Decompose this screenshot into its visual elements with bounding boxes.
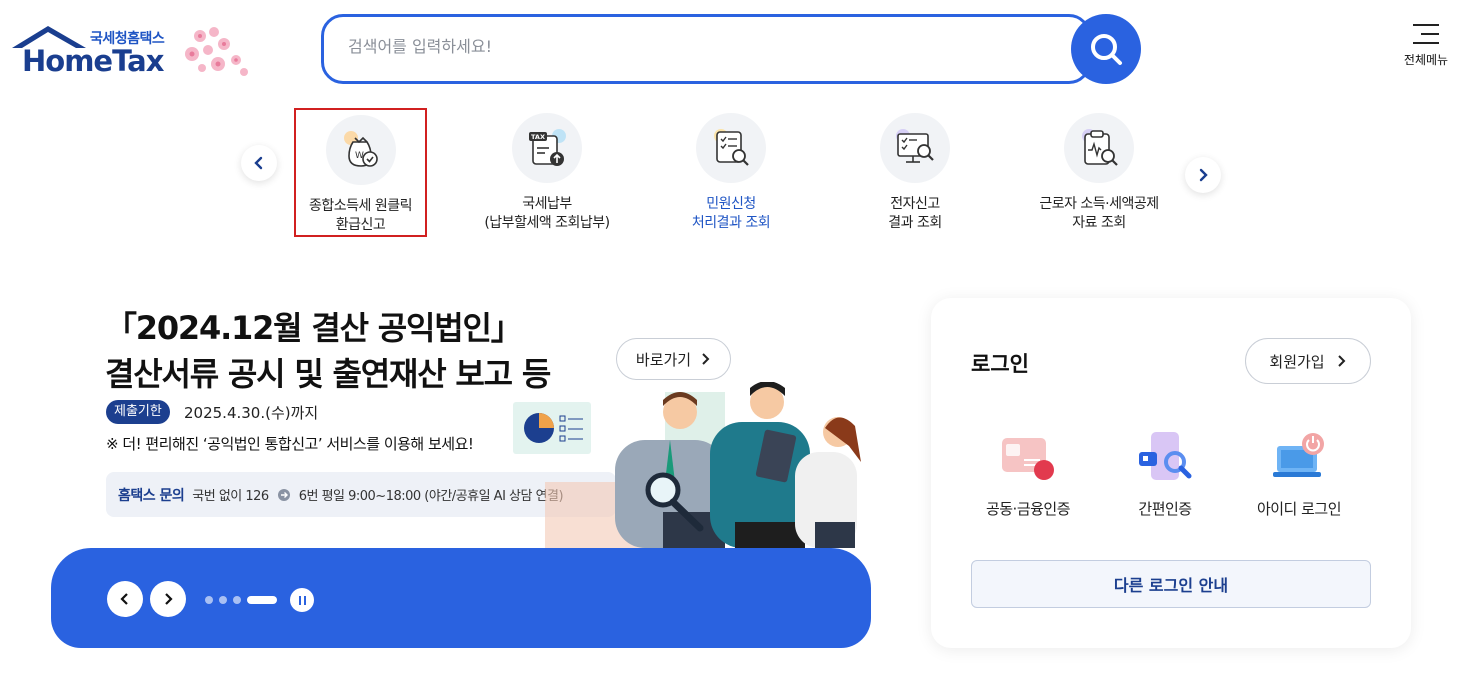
all-menu-button[interactable]: 전체메뉴 (1398, 24, 1454, 78)
all-menu-label: 전체메뉴 (1403, 53, 1449, 67)
contact-title: 홈택스 문의 (118, 487, 185, 504)
chevron-left-icon (120, 593, 128, 605)
quick-menu-prev-button[interactable] (241, 145, 277, 181)
certificate-card-icon (998, 428, 1058, 488)
slide-dot[interactable] (219, 596, 227, 604)
quick-menu-label: 민원신청 처리결과 조회 (691, 196, 771, 231)
quick-menu-item-civil-result[interactable]: 민원신청 처리결과 조회 (646, 108, 816, 233)
clipboard-search-icon (1064, 113, 1134, 183)
logo-title: HomeTax (22, 44, 164, 78)
quick-menu-item-tax-payment[interactable]: TAX 국세납부 (납부할세액 조회납부) (462, 108, 632, 233)
login-option-label: 아이디 로그인 (1256, 500, 1342, 518)
hamburger-icon (1413, 24, 1439, 44)
chevron-right-icon (165, 593, 173, 605)
business-people-illustration (513, 382, 861, 548)
slide-indicator (205, 596, 277, 604)
money-bag-check-icon: W (325, 115, 396, 185)
laptop-power-icon (1269, 428, 1329, 488)
slide-pause-button[interactable] (290, 588, 314, 612)
quick-menu-label: 국세납부 (납부할세액 조회납부) (484, 196, 610, 231)
slide-prev-button[interactable] (107, 581, 143, 617)
chevron-right-icon (702, 353, 710, 365)
other-login-guide-button[interactable]: 다른 로그인 안내 (971, 560, 1371, 608)
banner-slider-controls (51, 548, 871, 648)
quick-menu-item-income-tax-refund[interactable]: W 종합소득세 원클릭 환급신고 (294, 108, 427, 237)
hometax-logo[interactable]: 국세청홈택스 HomeTax (10, 22, 255, 82)
slide-dot[interactable] (233, 596, 241, 604)
chevron-right-icon (1199, 168, 1208, 182)
slide-next-button[interactable] (150, 581, 186, 617)
slide-dot-active[interactable] (247, 596, 277, 604)
banner-go-button[interactable]: 바로가기 (616, 338, 731, 380)
search-icon (1091, 34, 1122, 65)
contact-number: 국번 없이 126 (192, 489, 269, 504)
login-title: 로그인 (971, 352, 1029, 376)
banner-notice: ※ 더! 편리해진 ‘공익법인 통합신고’ 서비스를 이용해 보세요! (106, 435, 474, 453)
cherry-blossom-icon (185, 27, 248, 76)
quick-menu-item-e-filing-result[interactable]: 전자신고 결과 조회 (830, 108, 1000, 233)
banner-go-label: 바로가기 (635, 350, 692, 369)
quick-menu-label: 종합소득세 원클릭 환급신고 (309, 198, 413, 233)
quick-menu-next-button[interactable] (1185, 157, 1221, 193)
login-option-certificate[interactable]: 공동·금융인증 (968, 428, 1088, 519)
chevron-right-icon (1337, 355, 1346, 367)
signup-button[interactable]: 회원가입 (1245, 338, 1371, 384)
quick-menu-label: 근로자 소득·세액공제 자료 조회 (1039, 196, 1159, 231)
banner-title: 「2024.12월 결산 공익법인」 결산서류 공시 및 출연재산 보고 등 (105, 309, 551, 393)
login-card: 로그인 회원가입 공동·금융인증 간편인증 아이디 로그인 다른 로그인 안내 (931, 298, 1411, 648)
slide-dot[interactable] (205, 596, 213, 604)
deadline-badge: 제출기한 (106, 400, 170, 424)
quick-menu-item-deduction-data[interactable]: 근로자 소득·세액공제 자료 조회 (1014, 108, 1184, 233)
search-box (321, 14, 1091, 84)
signup-label: 회원가입 (1269, 352, 1325, 371)
search-input[interactable] (348, 37, 1048, 56)
search-button[interactable] (1071, 14, 1141, 84)
chevron-left-icon (254, 156, 263, 170)
login-option-id-login[interactable]: 아이디 로그인 (1239, 428, 1359, 519)
svg-text:TAX: TAX (531, 133, 545, 141)
login-option-simple-auth[interactable]: 간편인증 (1105, 428, 1225, 519)
document-search-icon (696, 113, 766, 183)
deadline-date: 2025.4.30.(수)까지 (184, 404, 319, 422)
login-option-label: 공동·금융인증 (985, 500, 1071, 518)
login-option-label: 간편인증 (1138, 500, 1192, 518)
monitor-search-icon (880, 113, 950, 183)
quick-menu-label: 전자신고 결과 조회 (888, 196, 942, 231)
tax-document-upload-icon: TAX (512, 113, 582, 183)
phone-auth-icon (1135, 428, 1195, 488)
arrow-circle-icon (277, 488, 290, 501)
